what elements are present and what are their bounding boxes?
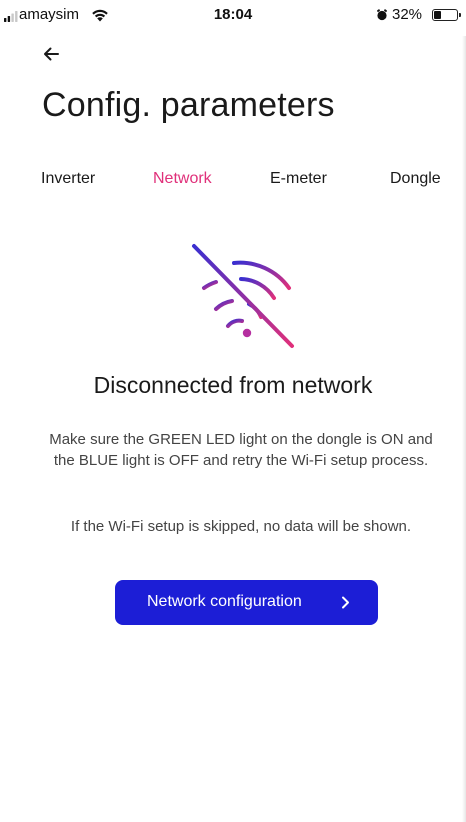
network-configuration-label: Network configuration xyxy=(147,593,302,610)
alarm-icon xyxy=(377,9,387,21)
battery-percent: 32% xyxy=(392,6,423,23)
page-title: Config. parameters xyxy=(42,86,335,124)
battery-level xyxy=(434,11,441,19)
tab-dongle[interactable]: Dongle xyxy=(390,170,441,188)
tab-network[interactable]: Network xyxy=(153,170,212,188)
wifi-off-icon xyxy=(192,244,294,348)
network-configuration-button[interactable]: Network configuration xyxy=(115,580,378,625)
edge-shadow xyxy=(462,36,466,822)
disconnected-title: Disconnected from network xyxy=(93,372,373,398)
skip-warning: If the Wi-Fi setup is skipped, no data w… xyxy=(70,518,412,535)
status-bar: amaysim 18:04 32% xyxy=(0,0,466,36)
tab-inverter[interactable]: Inverter xyxy=(41,170,95,188)
tab-e-meter[interactable]: E-meter xyxy=(270,170,327,188)
chevron-right-icon xyxy=(342,596,349,609)
back-arrow-icon[interactable] xyxy=(38,40,66,68)
disconnected-instructions: Make sure the GREEN LED light on the don… xyxy=(49,431,433,469)
battery-icon xyxy=(432,9,461,21)
tab-bar: Inverter Network E-meter Dongle xyxy=(0,170,466,194)
